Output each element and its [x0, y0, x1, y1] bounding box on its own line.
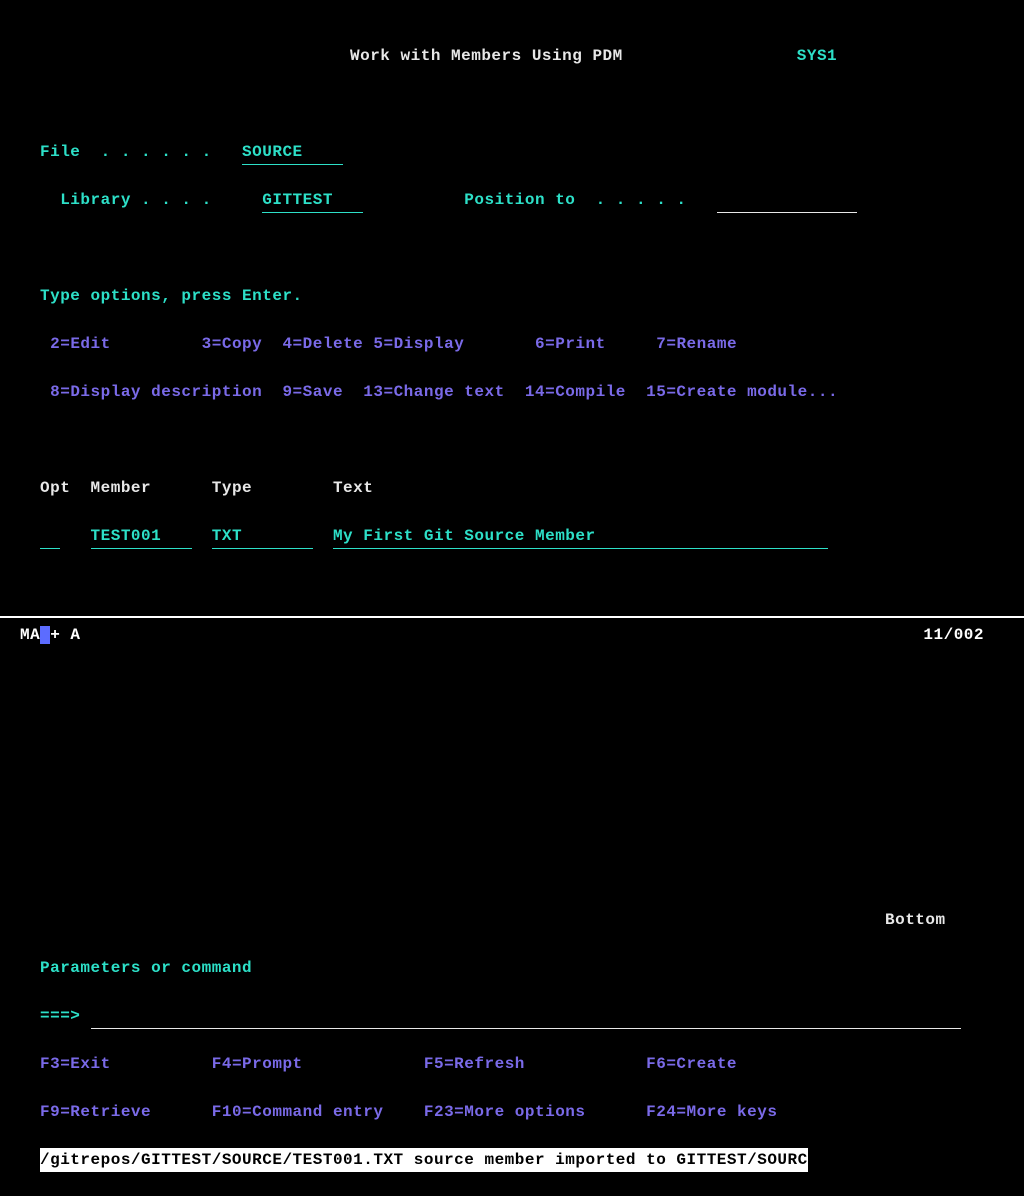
file-input[interactable]: SOURCE — [242, 140, 343, 165]
position-to-label: Position to . . . . . — [464, 191, 686, 209]
cursor-position: 11/002 — [923, 626, 984, 644]
bottom-marker: Bottom — [885, 911, 946, 929]
fkey-row-2: F9=Retrieve F10=Command entry F23=More o… — [40, 1100, 984, 1124]
f4-key[interactable]: F4=Prompt — [212, 1055, 303, 1073]
library-label: Library . . . . — [40, 191, 212, 209]
status-indicator-ma: MA — [20, 626, 40, 644]
member-row: TEST001 TXT My First Git Source Member — [40, 524, 984, 548]
member-text: My First Git Source Member — [333, 524, 828, 549]
f10-key[interactable]: F10=Command entry — [212, 1103, 384, 1121]
command-input[interactable] — [91, 1004, 961, 1029]
options-row-2: 8=Display description 9=Save 13=Change t… — [40, 380, 984, 404]
status-indicator-a: + A — [50, 626, 80, 644]
f3-key[interactable]: F3=Exit — [40, 1055, 111, 1073]
fkey-row-1: F3=Exit F4=Prompt F5=Refresh F6=Create — [40, 1052, 984, 1076]
system-name: SYS1 — [797, 47, 837, 65]
cursor-indicator — [40, 626, 50, 644]
member-type: TXT — [212, 524, 313, 549]
position-to-input[interactable] — [717, 188, 857, 213]
f9-key[interactable]: F9=Retrieve — [40, 1103, 151, 1121]
f5-key[interactable]: F5=Refresh — [424, 1055, 525, 1073]
f24-key[interactable]: F24=More keys — [646, 1103, 777, 1121]
opt-input[interactable] — [40, 524, 60, 549]
instructions-text: Type options, press Enter. — [40, 287, 303, 305]
library-input[interactable]: GITTEST — [262, 188, 363, 213]
options-row-1: 2=Edit 3=Copy 4=Delete 5=Display 6=Print… — [40, 332, 984, 356]
member-name: TEST001 — [91, 524, 192, 549]
screen-title: Work with Members Using PDM — [350, 47, 623, 65]
f23-key[interactable]: F23=More options — [424, 1103, 586, 1121]
status-bar: MA + A 11/002 — [0, 616, 1024, 644]
command-label: Parameters or command — [40, 959, 252, 977]
file-label: File . . . . . . — [40, 143, 212, 161]
command-prompt-arrow: ===> — [40, 1007, 80, 1025]
f6-key[interactable]: F6=Create — [646, 1055, 737, 1073]
column-headers: Opt Member Type Text — [40, 476, 984, 500]
message-line: /gitrepos/GITTEST/SOURCE/TEST001.TXT sou… — [40, 1148, 808, 1172]
